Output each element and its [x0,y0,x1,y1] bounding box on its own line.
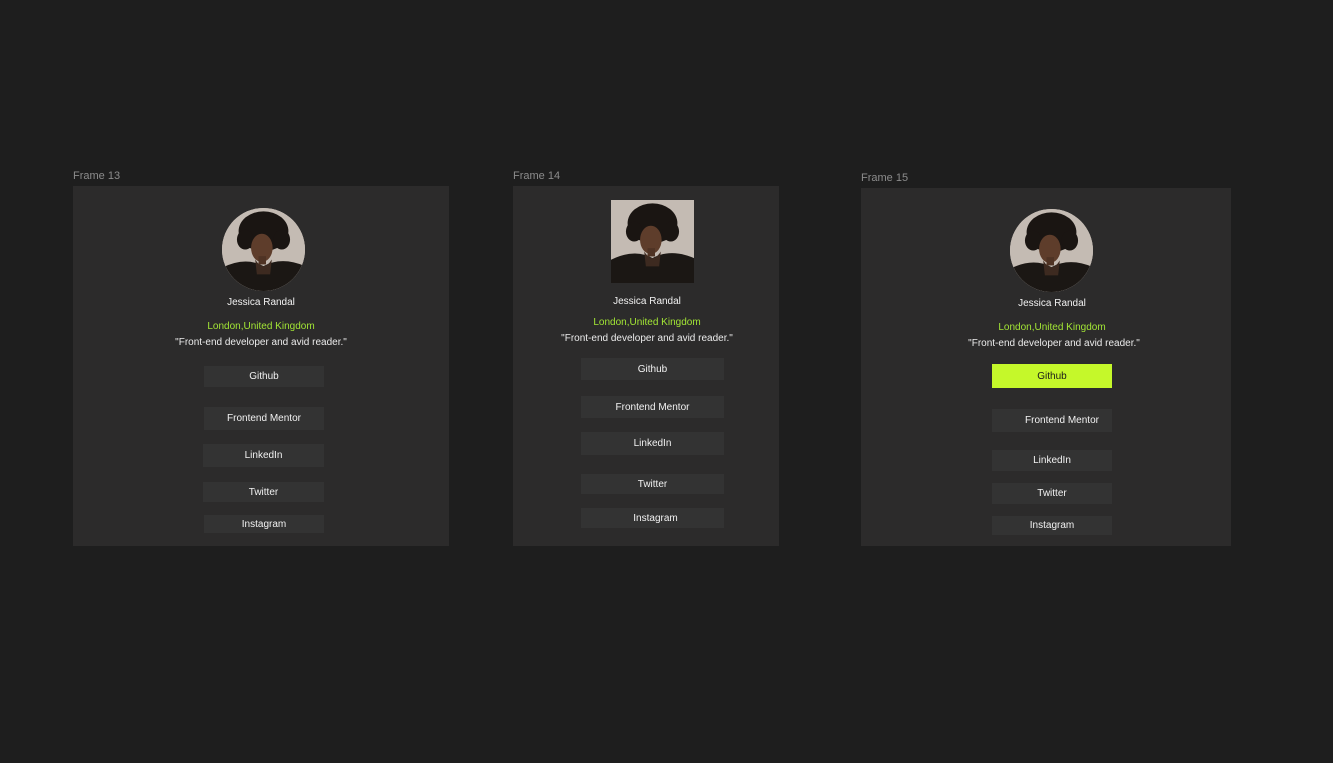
frontend-mentor-link-button[interactable]: Frontend Mentor [204,407,324,430]
profile-avatar [222,208,305,291]
profile-location: London,United Kingdom [207,321,315,332]
frame-label[interactable]: Frame 13 [73,170,120,182]
frontend-mentor-link-button[interactable]: Frontend Mentor [581,396,724,418]
profile-bio: "Front-end developer and avid reader." [968,338,1140,349]
github-link-button[interactable]: Github [204,366,324,387]
linkedin-link-button[interactable]: LinkedIn [992,450,1112,471]
profile-name: Jessica Randal [227,297,295,308]
linkedin-link-button[interactable]: LinkedIn [581,432,724,455]
linkedin-link-button[interactable]: LinkedIn [203,444,324,467]
instagram-link-button[interactable]: Instagram [581,508,724,528]
profile-card-frame[interactable]: Jessica Randal London,United Kingdom "Fr… [73,186,449,546]
frame-label[interactable]: Frame 15 [861,172,908,184]
portrait-image [222,208,305,291]
twitter-link-button[interactable]: Twitter [992,483,1112,504]
profile-location: London,United Kingdom [998,322,1106,333]
profile-bio: "Front-end developer and avid reader." [561,333,733,344]
portrait-image [611,200,694,283]
frame-label[interactable]: Frame 14 [513,170,560,182]
twitter-link-button[interactable]: Twitter [581,474,724,494]
profile-card-frame[interactable]: Jessica Randal London,United Kingdom "Fr… [861,188,1231,546]
frontend-mentor-link-button[interactable]: Frontend Mentor [992,409,1112,432]
instagram-link-button[interactable]: Instagram [992,516,1112,535]
profile-card-frame[interactable]: Jessica Randal London,United Kingdom "Fr… [513,186,779,546]
github-link-button[interactable]: Github [581,358,724,380]
profile-bio: "Front-end developer and avid reader." [175,337,347,348]
profile-avatar [1010,209,1093,292]
instagram-link-button[interactable]: Instagram [204,515,324,533]
design-canvas: Frame 13 Jessica Randal London,United Ki… [0,0,1333,763]
profile-name: Jessica Randal [613,296,681,307]
profile-avatar [611,200,694,283]
github-link-button[interactable]: Github [992,364,1112,388]
profile-name: Jessica Randal [1018,298,1086,309]
portrait-image [1010,209,1093,292]
profile-location: London,United Kingdom [593,317,701,328]
twitter-link-button[interactable]: Twitter [203,482,324,502]
